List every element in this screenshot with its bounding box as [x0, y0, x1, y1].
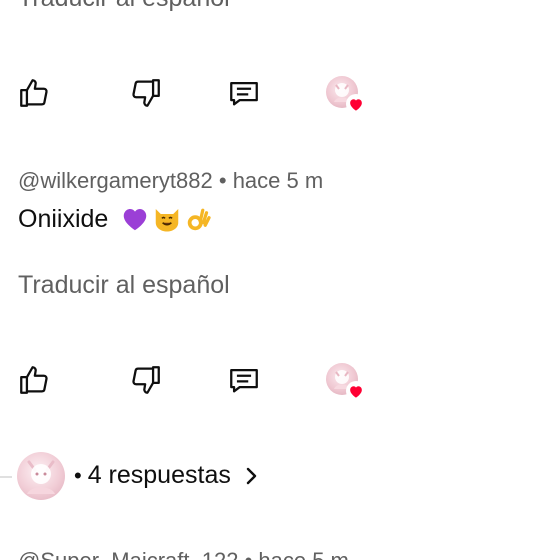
replies-row[interactable]: • 4 respuestas [0, 452, 560, 502]
next-comment-meta: @Super_Maicraft_122 • hace 5 m [18, 548, 349, 560]
comment-text: Oniixide [18, 204, 109, 233]
creator-heart [326, 363, 366, 403]
comments-panel: Traducir al español [0, 0, 560, 560]
comment-author[interactable]: @wilkergameryt882 [18, 168, 213, 193]
comment-time: hace 5 m [232, 168, 324, 193]
reply-avatar [17, 452, 65, 500]
thread-line [0, 476, 12, 478]
like-button[interactable] [14, 73, 54, 113]
meta-separator: • [218, 168, 227, 193]
dislike-button[interactable] [126, 73, 166, 113]
reply-avatar-art [27, 460, 55, 494]
dislike-button[interactable] [126, 360, 166, 400]
reply-button[interactable] [224, 73, 264, 113]
like-button[interactable] [14, 360, 54, 400]
replies-separator: • [74, 462, 82, 488]
reply-icon [230, 81, 258, 106]
creator-heart [326, 76, 366, 116]
smiling-cat-emoji [156, 209, 179, 232]
creator-heart-icon [346, 381, 366, 401]
thumb-down-icon [132, 366, 160, 394]
comment-meta: @wilkergameryt882 • hace 5 m [18, 168, 323, 194]
chevron-right-icon [246, 467, 257, 484]
thumb-up-icon [20, 366, 48, 394]
comment-actions [0, 360, 560, 403]
reply-icon [230, 368, 258, 393]
purple-heart-emoji [124, 209, 147, 231]
translate-link[interactable]: Traducir al español [18, 271, 230, 300]
view-replies-button[interactable]: • 4 respuestas [74, 461, 261, 490]
creator-heart-icon [346, 94, 366, 114]
comment-actions-previous [0, 73, 560, 116]
replies-count: 4 respuestas [87, 461, 231, 489]
thumb-up-icon [20, 79, 48, 107]
ok-hand-emoji [188, 208, 211, 231]
thumb-down-icon [132, 79, 160, 107]
comment-body: Oniixide [18, 204, 214, 234]
translate-link-previous[interactable]: Traducir al español [18, 0, 230, 13]
reply-button[interactable] [224, 360, 264, 400]
